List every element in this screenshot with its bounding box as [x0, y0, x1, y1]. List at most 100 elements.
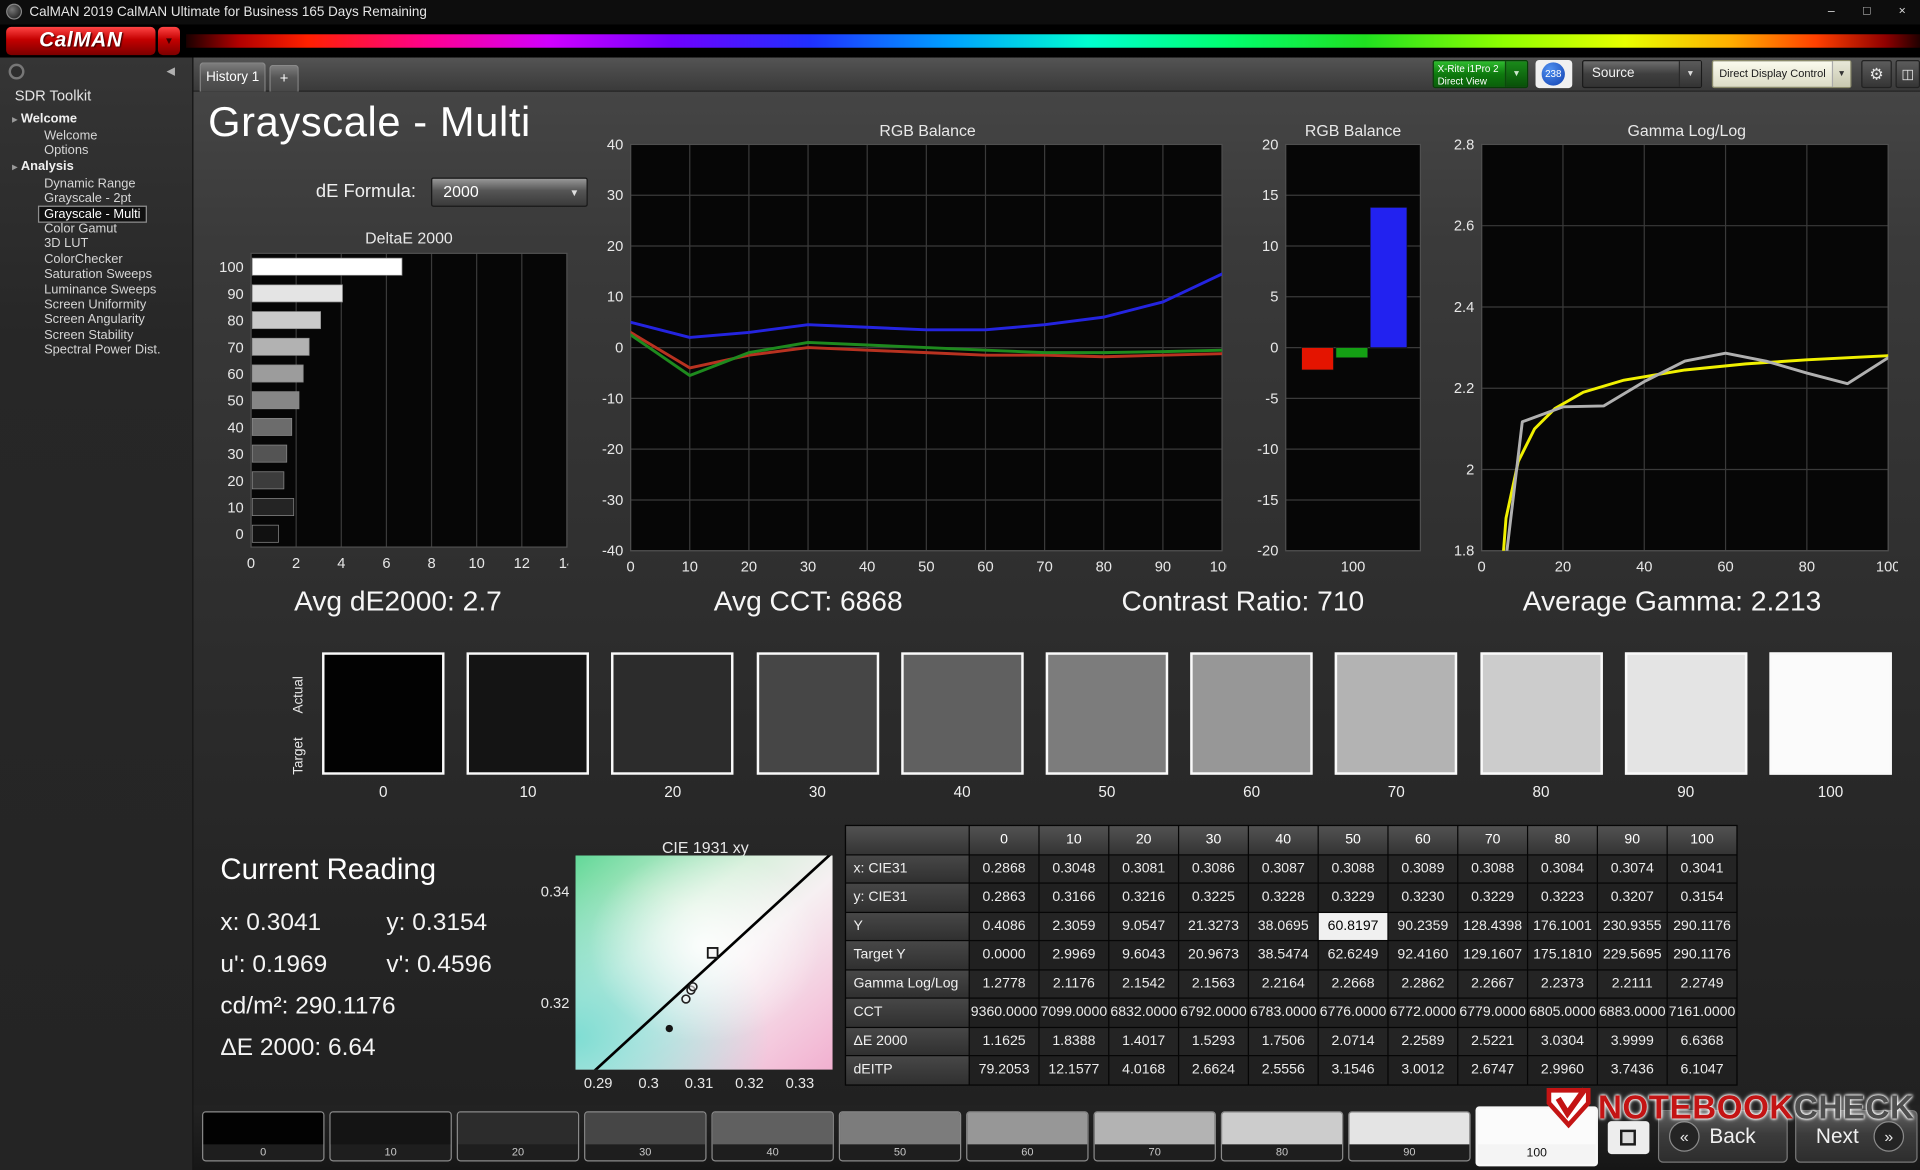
table-cell[interactable]: 2.9960 — [1528, 1056, 1597, 1084]
table-cell[interactable]: 3.1546 — [1319, 1056, 1388, 1084]
table-cell[interactable]: 0.3229 — [1319, 884, 1388, 912]
table-cell[interactable]: 2.2667 — [1458, 970, 1527, 998]
table-cell[interactable]: 3.7436 — [1598, 1056, 1667, 1084]
table-cell[interactable]: 3.0012 — [1389, 1056, 1458, 1084]
level-button-80[interactable]: 80 — [1221, 1111, 1343, 1161]
sidebar-item-3d-lut[interactable]: 3D LUT — [0, 237, 193, 252]
table-cell[interactable]: 0.3089 — [1389, 855, 1458, 883]
table-cell[interactable]: 2.2749 — [1668, 970, 1737, 998]
table-cell[interactable]: 176.1001 — [1528, 912, 1597, 940]
table-cell[interactable]: 129.1607 — [1458, 941, 1527, 969]
level-button-10[interactable]: 10 — [329, 1111, 451, 1161]
table-cell[interactable]: 2.9969 — [1040, 941, 1109, 969]
luminance-badge[interactable]: 238 — [1536, 60, 1573, 88]
table-cell[interactable]: 0.3084 — [1528, 855, 1597, 883]
table-cell[interactable]: 92.4160 — [1389, 941, 1458, 969]
table-cell[interactable]: 0.3216 — [1109, 884, 1178, 912]
meter-dropdown[interactable]: X-Rite i1Pro 2 Direct View ▼ — [1433, 60, 1529, 88]
table-cell[interactable]: 6883.0000 — [1598, 999, 1667, 1027]
level-button-20[interactable]: 20 — [457, 1111, 579, 1161]
table-cell[interactable]: 0.3074 — [1598, 855, 1667, 883]
logo-menu-arrow-icon[interactable]: ▼ — [158, 27, 180, 55]
table-cell[interactable]: 0.3088 — [1458, 855, 1527, 883]
table-cell[interactable]: 6805.0000 — [1528, 999, 1597, 1027]
table-cell[interactable]: 0.3041 — [1668, 855, 1737, 883]
table-cell[interactable]: 2.2862 — [1389, 970, 1458, 998]
level-button-70[interactable]: 70 — [1093, 1111, 1215, 1161]
table-cell[interactable]: 0.3223 — [1528, 884, 1597, 912]
table-cell[interactable]: 2.2373 — [1528, 970, 1597, 998]
table-cell[interactable]: 128.4398 — [1458, 912, 1527, 940]
calman-logo[interactable]: CalMAN — [6, 27, 155, 55]
table-cell[interactable]: 2.2589 — [1389, 1027, 1458, 1055]
table-cell[interactable]: 0.2863 — [970, 884, 1039, 912]
sidebar-item-grayscale-multi[interactable]: Grayscale - Multi — [39, 206, 145, 221]
table-cell[interactable]: 0.3230 — [1389, 884, 1458, 912]
table-cell[interactable]: 1.8388 — [1040, 1027, 1109, 1055]
settings-gear-icon[interactable]: ⚙ — [1861, 60, 1892, 88]
table-cell[interactable]: 0.3088 — [1319, 855, 1388, 883]
table-cell[interactable]: 38.0695 — [1249, 912, 1318, 940]
table-cell[interactable]: 0.3228 — [1249, 884, 1318, 912]
table-cell[interactable]: 0.3081 — [1109, 855, 1178, 883]
table-cell[interactable]: 7099.0000 — [1040, 999, 1109, 1027]
table-cell[interactable]: 79.2053 — [970, 1056, 1039, 1084]
table-cell[interactable]: 2.1176 — [1040, 970, 1109, 998]
table-cell[interactable]: 0.3207 — [1598, 884, 1667, 912]
sidebar-section-analysis[interactable]: ▸Analysis — [0, 159, 193, 176]
table-cell[interactable]: 9.6043 — [1109, 941, 1178, 969]
table-cell[interactable]: 229.5695 — [1598, 941, 1667, 969]
table-cell[interactable]: 2.1563 — [1179, 970, 1248, 998]
table-cell[interactable]: 20.9673 — [1179, 941, 1248, 969]
table-cell[interactable]: 12.1577 — [1040, 1056, 1109, 1084]
table-cell[interactable]: 6779.0000 — [1458, 999, 1527, 1027]
layout-icon[interactable]: ◫ — [1896, 60, 1920, 88]
table-cell[interactable]: 0.3229 — [1458, 884, 1527, 912]
table-cell[interactable]: 2.6624 — [1179, 1056, 1248, 1084]
table-cell[interactable]: 6772.0000 — [1389, 999, 1458, 1027]
table-cell[interactable]: 1.5293 — [1179, 1027, 1248, 1055]
table-cell[interactable]: 6.1047 — [1668, 1056, 1737, 1084]
level-button-60[interactable]: 60 — [966, 1111, 1088, 1161]
table-cell[interactable]: 2.1542 — [1109, 970, 1178, 998]
de-formula-dropdown[interactable]: 2000 ▼ — [431, 177, 588, 206]
table-cell[interactable]: 9.0547 — [1109, 912, 1178, 940]
table-cell[interactable]: 0.3166 — [1040, 884, 1109, 912]
add-tab-button[interactable]: + — [269, 65, 298, 92]
table-cell[interactable]: 62.6249 — [1319, 941, 1388, 969]
table-cell[interactable]: 0.0000 — [970, 941, 1039, 969]
sidebar-item-dynamic-range[interactable]: Dynamic Range — [0, 176, 193, 191]
sidebar-item-screen-uniformity[interactable]: Screen Uniformity — [0, 297, 193, 312]
table-cell[interactable]: 6792.0000 — [1179, 999, 1248, 1027]
level-button-0[interactable]: 0 — [202, 1111, 324, 1161]
table-cell[interactable]: 2.3059 — [1040, 912, 1109, 940]
table-cell[interactable]: 4.0168 — [1109, 1056, 1178, 1084]
sidebar-item-colorchecker[interactable]: ColorChecker — [0, 252, 193, 267]
table-cell[interactable]: 290.1176 — [1668, 912, 1737, 940]
table-cell[interactable]: 2.6747 — [1458, 1056, 1527, 1084]
table-cell[interactable]: 1.4017 — [1109, 1027, 1178, 1055]
window-minimize-button[interactable]: – — [1813, 0, 1849, 24]
level-button-30[interactable]: 30 — [584, 1111, 706, 1161]
level-button-90[interactable]: 90 — [1348, 1111, 1470, 1161]
table-cell[interactable]: 6.6368 — [1668, 1027, 1737, 1055]
level-button-50[interactable]: 50 — [839, 1111, 961, 1161]
window-maximize-button[interactable]: □ — [1849, 0, 1885, 24]
table-cell[interactable]: 290.1176 — [1668, 941, 1737, 969]
sidebar-section-welcome[interactable]: ▸Welcome — [0, 111, 193, 128]
table-cell[interactable]: 2.2111 — [1598, 970, 1667, 998]
sidebar-item-color-gamut[interactable]: Color Gamut — [0, 221, 193, 236]
chevron-down-icon[interactable]: ▼ — [1679, 61, 1701, 87]
sidebar-item-spectral-power-dist[interactable]: Spectral Power Dist. — [0, 343, 193, 358]
table-cell[interactable]: 3.0304 — [1528, 1027, 1597, 1055]
table-cell[interactable]: 0.4086 — [970, 912, 1039, 940]
chevron-down-icon[interactable]: ▼ — [1832, 61, 1850, 87]
table-cell[interactable]: 2.5556 — [1249, 1056, 1318, 1084]
sidebar-item-screen-angularity[interactable]: Screen Angularity — [0, 312, 193, 327]
table-cell[interactable]: 0.3154 — [1668, 884, 1737, 912]
sidebar-item-luminance-sweeps[interactable]: Luminance Sweeps — [0, 282, 193, 297]
table-cell[interactable]: 7161.0000 — [1668, 999, 1737, 1027]
table-cell[interactable]: 175.1810 — [1528, 941, 1597, 969]
table-cell[interactable]: 1.1625 — [970, 1027, 1039, 1055]
sidebar-options-button[interactable] — [9, 64, 25, 80]
